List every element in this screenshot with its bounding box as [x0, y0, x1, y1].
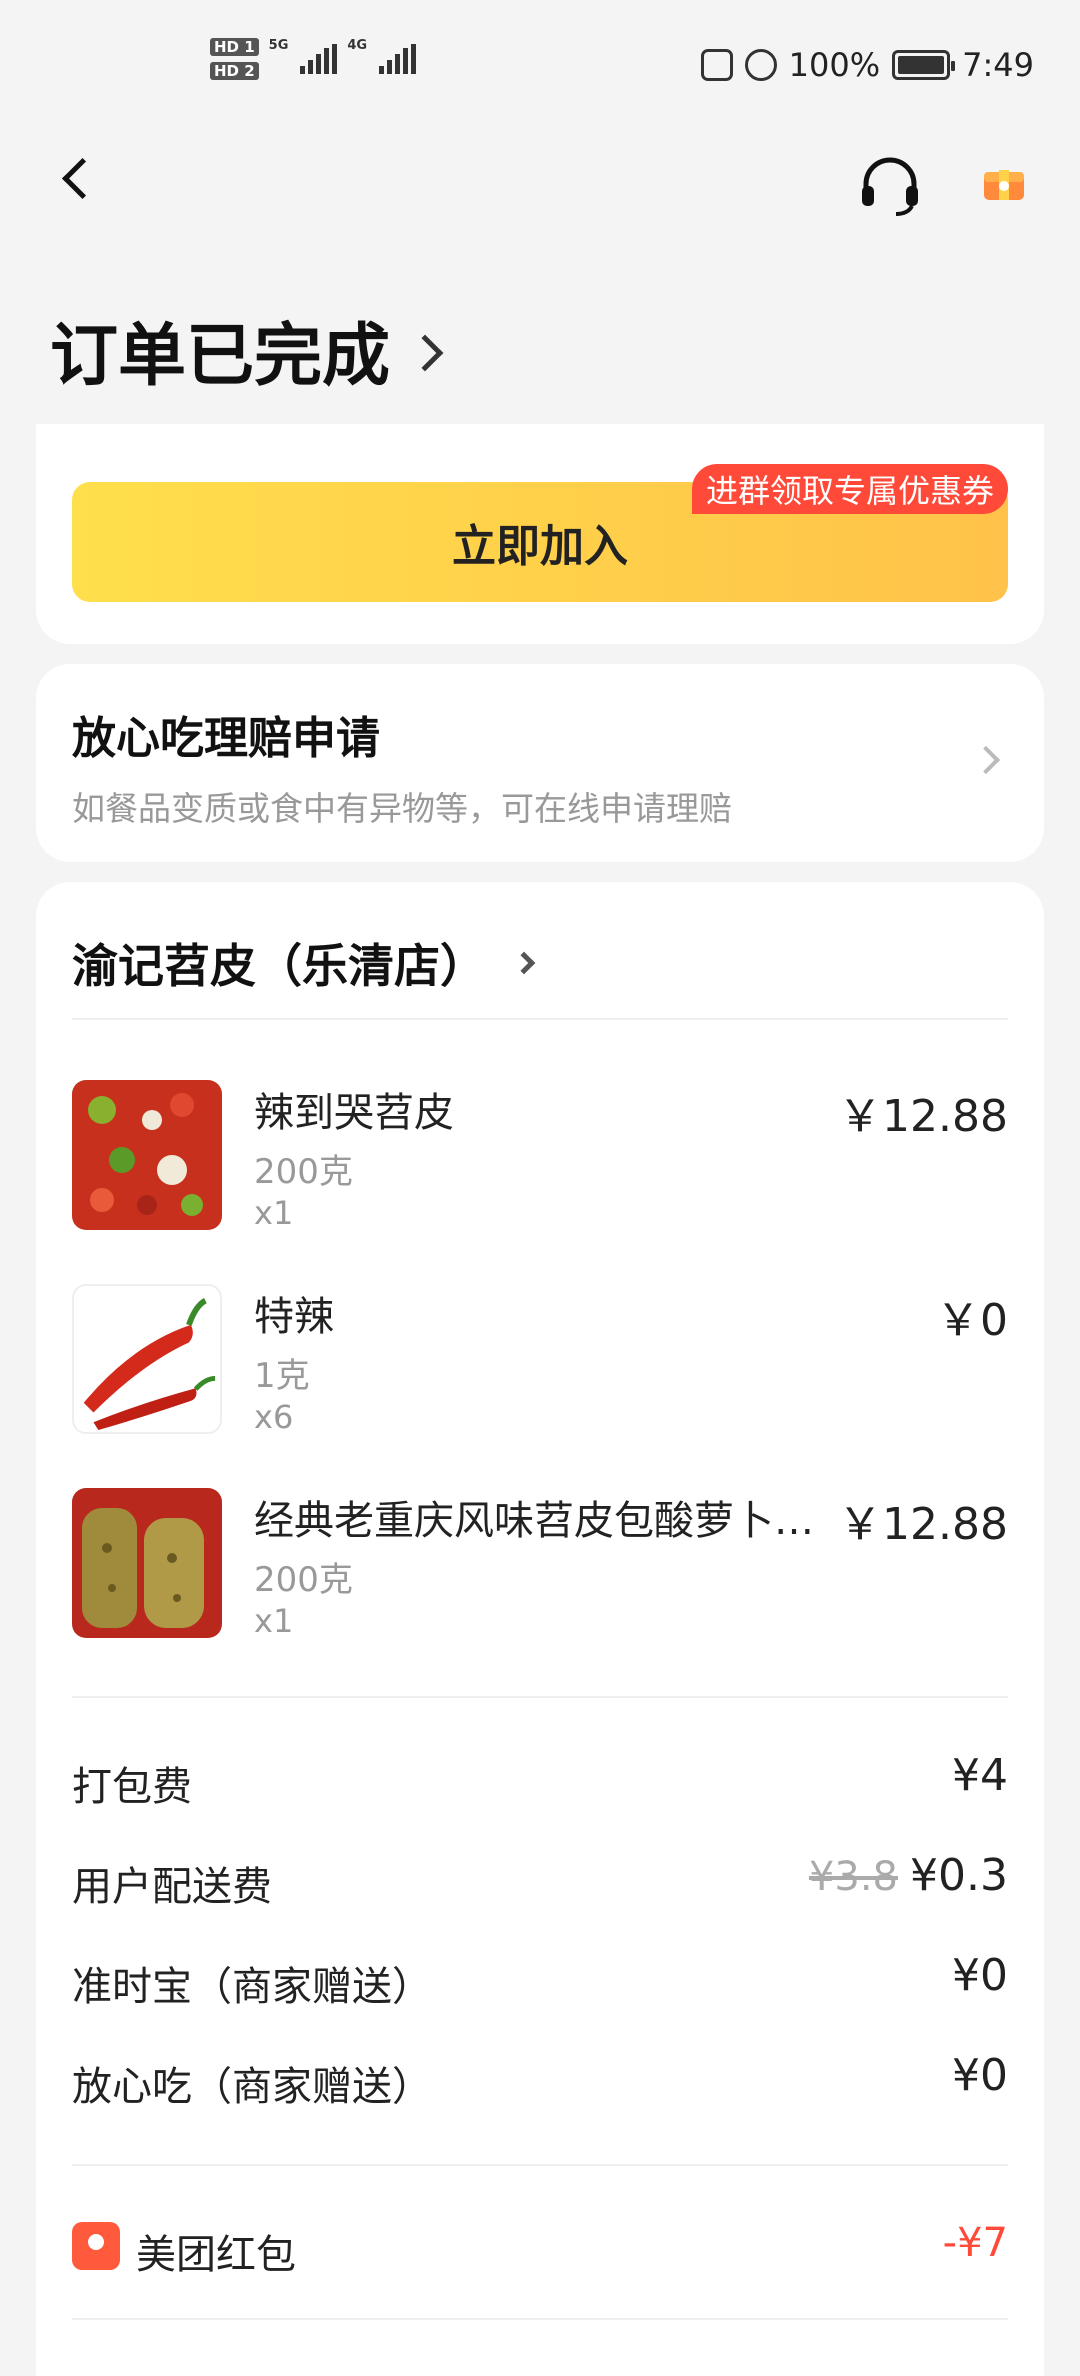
shop-name: 渝记苕皮（乐清店） [72, 939, 486, 993]
red-packet-row: 美团红包 -¥7 [72, 2216, 1008, 2278]
fee-label: 准时宝（商家赠送） [72, 1964, 432, 2010]
status-right: 100% 7:49 [700, 46, 1034, 84]
claim-title: 放心吃理赔申请 [72, 713, 380, 764]
signal-indicators: HD 1 HD 2 5G 4G [210, 38, 417, 80]
chevron-right-icon [971, 745, 1001, 775]
hd1-badge: HD 1 [210, 38, 259, 56]
order-detail-card: 渝记苕皮（乐清店） 辣到哭苕皮 200克 x1 ￥12.88 特辣 1克 x6 … [36, 882, 1044, 2376]
gift-box-icon[interactable] [982, 162, 1026, 202]
clock: 7:49 [962, 46, 1034, 84]
item-spec: 200克 [254, 1152, 353, 1192]
fee-row-packaging: 打包费 ¥4 [72, 1750, 1008, 1810]
battery-percent: 100% [788, 46, 881, 84]
claim-application-card[interactable]: 放心吃理赔申请 如餐品变质或食中有异物等，可在线申请理赔 [36, 664, 1044, 862]
customer-service-headset-icon[interactable] [858, 156, 922, 216]
divider [72, 1696, 1008, 1698]
red-packet-label: 美团红包 [136, 2232, 296, 2278]
item-qty: x1 [254, 1602, 294, 1640]
item-name: 经典老重庆风味苕皮包酸萝卜… [254, 1498, 814, 1544]
fee-label: 放心吃（商家赠送） [72, 2064, 432, 2110]
item-name: 特辣 [254, 1294, 334, 1340]
food-image-spicy-tiaopi [72, 1080, 222, 1230]
order-item[interactable]: 特辣 1克 x6 ￥0 [72, 1284, 1008, 1436]
join-group-card: 立即加入 进群领取专属优惠券 [36, 424, 1044, 644]
item-price: ￥12.88 [838, 1091, 1008, 1142]
alarm-icon [744, 49, 777, 81]
fee-row-delivery: 用户配送费 ¥3.8 ¥0.3 [72, 1850, 1008, 1910]
claim-subtitle: 如餐品变质或食中有异物等，可在线申请理赔 [72, 789, 732, 828]
item-price: ￥12.88 [838, 1499, 1008, 1550]
network-4g-label: 4G [347, 38, 368, 53]
fee-value: ¥0.3 [910, 1850, 1008, 1901]
item-name: 辣到哭苕皮 [254, 1090, 454, 1136]
fee-value: ¥0 [952, 2050, 1008, 2101]
signal-bars-icon [379, 44, 417, 74]
hd-badges: HD 1 HD 2 [210, 38, 259, 80]
item-qty: x1 [254, 1194, 294, 1232]
divider [72, 1018, 1008, 1020]
hd2-badge: HD 2 [210, 62, 259, 80]
food-image-tiaopi-rolls [72, 1488, 222, 1638]
fee-row-ontime-guarantee: 准时宝（商家赠送） ¥0 [72, 1950, 1008, 2010]
fee-label: 用户配送费 [72, 1864, 272, 1910]
item-spec: 200克 [254, 1560, 353, 1600]
item-spec: 1克 [254, 1356, 310, 1396]
fee-value: ¥4 [952, 1750, 1008, 1801]
order-item[interactable]: 辣到哭苕皮 200克 x1 ￥12.88 [72, 1080, 1008, 1232]
fee-original-price: ¥3.8 [808, 1854, 898, 1900]
network-5g-label: 5G [268, 38, 289, 53]
red-packet-value: -¥7 [942, 2220, 1008, 2266]
signal-bars-icon [300, 44, 338, 74]
divider [72, 2164, 1008, 2166]
shop-name-link[interactable]: 渝记苕皮（乐清店） [72, 930, 536, 996]
order-status-row[interactable]: 订单已完成 [50, 300, 444, 399]
order-item[interactable]: 经典老重庆风味苕皮包酸萝卜… 200克 x1 ￥12.88 [72, 1488, 1008, 1640]
fee-value: ¥0 [952, 1950, 1008, 2001]
chevron-right-icon [512, 951, 536, 975]
page-title: 订单已完成 [50, 317, 391, 396]
back-button[interactable] [58, 160, 98, 200]
red-packet-icon [72, 2222, 120, 2270]
status-bar: HD 1 HD 2 5G 4G 100% 7:49 [0, 0, 1080, 140]
fee-row-food-safety: 放心吃（商家赠送） ¥0 [72, 2050, 1008, 2110]
promo-badge: 进群领取专属优惠券 [691, 464, 1008, 514]
chevron-right-icon [406, 334, 444, 371]
item-qty: x6 [254, 1398, 294, 1436]
divider [72, 2318, 1008, 2320]
battery-icon [892, 50, 956, 80]
nfc-icon [700, 49, 733, 81]
food-image-chili-pepper [72, 1284, 222, 1434]
item-price: ￥0 [936, 1295, 1008, 1346]
fee-label: 打包费 [72, 1764, 192, 1810]
